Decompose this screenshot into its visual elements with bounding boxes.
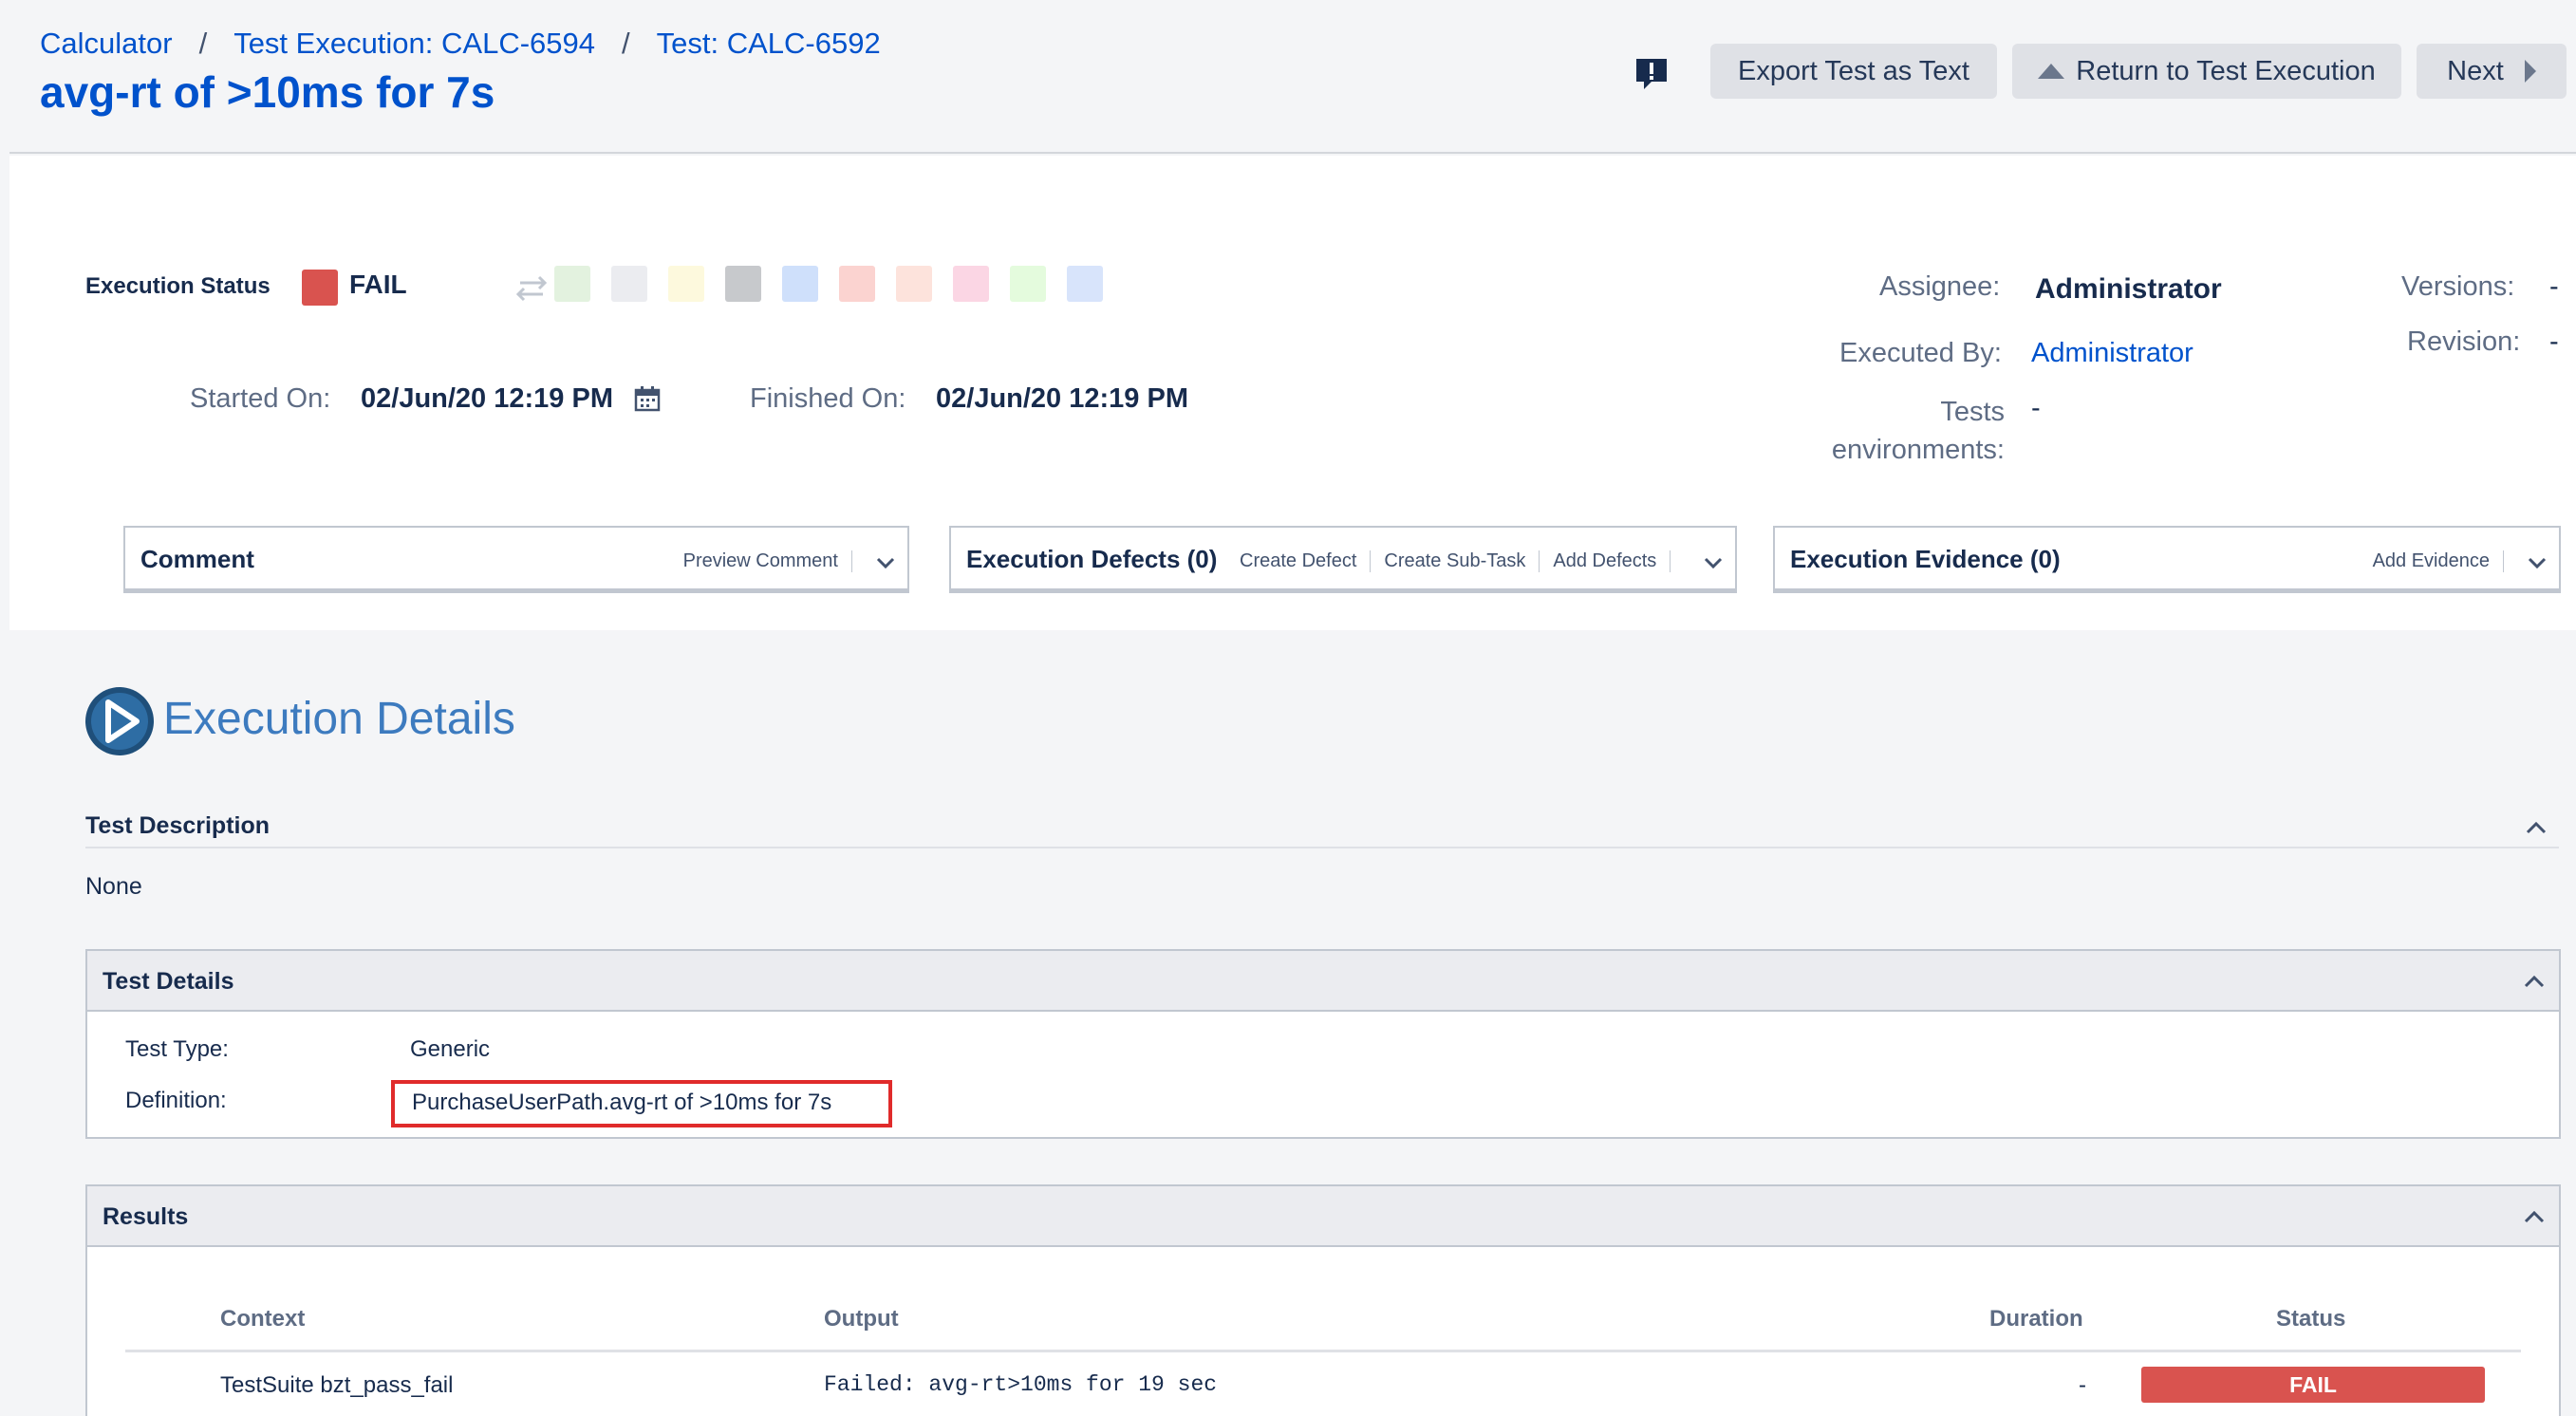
test-type-value: Generic xyxy=(410,1036,491,1062)
execution-defects-links: Create Defect Create Sub-Task Add Defect… xyxy=(1240,550,1671,572)
result-status-badge: FAIL xyxy=(2141,1367,2485,1403)
calendar-icon[interactable] xyxy=(634,385,661,412)
column-header-duration[interactable]: Duration xyxy=(1989,1306,2083,1332)
execution-details-heading: Execution Details xyxy=(163,694,515,744)
execution-defects-title: Execution Defects (0) xyxy=(966,545,1218,573)
export-test-label: Export Test as Text xyxy=(1738,55,1969,86)
test-details-title: Test Details xyxy=(103,968,234,995)
status-options xyxy=(554,266,1124,302)
revision-value: - xyxy=(2549,326,2559,357)
finished-on-label: Finished On: xyxy=(750,383,906,414)
next-button[interactable]: Next xyxy=(2417,44,2567,99)
assignee-label: Assignee: xyxy=(1879,271,2001,302)
test-details-panel: Test Details Test Type: Generic Definiti… xyxy=(85,949,2561,1139)
breadcrumb: Calculator / Test Execution: CALC-6594 /… xyxy=(40,27,881,61)
result-output-cell: Failed: avg-rt>10ms for 19 sec xyxy=(824,1372,1218,1397)
results-header[interactable]: Results xyxy=(87,1186,2559,1247)
return-to-execution-label: Return to Test Execution xyxy=(2076,55,2376,86)
status-option-swatch[interactable] xyxy=(953,266,989,302)
add-evidence-link[interactable]: Add Evidence xyxy=(2373,550,2504,572)
execution-evidence-title: Execution Evidence (0) xyxy=(1790,545,2061,573)
column-header-status[interactable]: Status xyxy=(2276,1306,2345,1332)
export-test-button[interactable]: Export Test as Text xyxy=(1710,44,1997,99)
status-option-swatch[interactable] xyxy=(1010,266,1046,302)
test-type-label: Test Type: xyxy=(125,1036,229,1062)
chevron-down-icon[interactable] xyxy=(875,552,896,573)
status-option-swatch[interactable] xyxy=(1067,266,1103,302)
results-title: Results xyxy=(103,1203,189,1230)
arrow-up-icon xyxy=(2038,64,2065,79)
divider xyxy=(85,847,2559,848)
status-color-swatch xyxy=(302,270,338,306)
comment-panel[interactable]: Comment Preview Comment xyxy=(123,526,909,590)
assignee-value[interactable]: Administrator xyxy=(2035,273,2222,306)
chevron-down-icon[interactable] xyxy=(1703,552,1724,573)
chevron-up-icon[interactable] xyxy=(2523,1207,2546,1226)
tests-environments-value[interactable]: - xyxy=(2031,393,2041,424)
result-duration-cell: - xyxy=(2079,1372,2086,1398)
breadcrumb-separator: / xyxy=(198,27,208,60)
return-to-execution-button[interactable]: Return to Test Execution xyxy=(2012,44,2401,99)
execution-status-label: Execution Status xyxy=(85,273,271,299)
page-title: avg-rt of >10ms for 7s xyxy=(40,67,495,117)
status-option-swatch[interactable] xyxy=(611,266,647,302)
arrow-right-icon xyxy=(2524,60,2536,83)
execution-defects-panel[interactable]: Execution Defects (0) Create Defect Crea… xyxy=(949,526,1737,590)
started-on-label: Started On: xyxy=(190,383,331,414)
breadcrumb-separator: / xyxy=(622,27,630,60)
definition-label: Definition: xyxy=(125,1088,227,1113)
test-details-header[interactable]: Test Details xyxy=(87,951,2559,1012)
status-option-swatch[interactable] xyxy=(725,266,761,302)
execution-summary-panel: Execution Status FAIL Started On: 02/Jun… xyxy=(9,156,2576,630)
executed-by-link[interactable]: Administrator xyxy=(2031,338,2193,369)
status-option-swatch[interactable] xyxy=(554,266,590,302)
definition-highlight-box: PurchaseUserPath.avg-rt of >10ms for 7s xyxy=(391,1080,892,1127)
swap-arrows-icon xyxy=(515,275,548,302)
chevron-up-icon[interactable] xyxy=(2523,972,2546,991)
status-option-swatch[interactable] xyxy=(668,266,704,302)
versions-label: Versions: xyxy=(2401,271,2515,302)
column-header-context[interactable]: Context xyxy=(220,1306,305,1332)
chevron-up-icon[interactable] xyxy=(2525,818,2548,837)
result-context-cell: TestSuite bzt_pass_fail xyxy=(220,1372,454,1398)
preview-comment-link[interactable]: Preview Comment xyxy=(683,550,852,572)
revision-label: Revision: xyxy=(2407,326,2521,357)
chevron-down-icon[interactable] xyxy=(2527,552,2548,573)
test-description-value: None xyxy=(85,873,142,900)
breadcrumb-test-link[interactable]: Test: CALC-6592 xyxy=(657,27,881,61)
status-option-swatch[interactable] xyxy=(839,266,875,302)
add-defects-link[interactable]: Add Defects xyxy=(1540,550,1671,572)
comment-panel-links: Preview Comment xyxy=(683,550,852,572)
breadcrumb-test-execution-link[interactable]: Test Execution: CALC-6594 xyxy=(233,27,595,61)
create-defect-link[interactable]: Create Defect xyxy=(1240,550,1372,572)
executed-by-label: Executed By: xyxy=(1839,338,2002,368)
column-header-output[interactable]: Output xyxy=(824,1306,899,1332)
next-label: Next xyxy=(2447,55,2504,86)
divider xyxy=(125,1350,2521,1352)
status-option-swatch[interactable] xyxy=(896,266,932,302)
create-sub-task-link[interactable]: Create Sub-Task xyxy=(1371,550,1540,572)
play-logo-icon xyxy=(85,687,154,755)
results-panel: Results Context Output Duration Status T… xyxy=(85,1184,2561,1416)
execution-evidence-links: Add Evidence xyxy=(2373,550,2504,572)
versions-value: - xyxy=(2549,271,2559,302)
tests-environments-label: Tests environments: xyxy=(1831,397,2005,465)
finished-on-value: 02/Jun/20 12:19 PM xyxy=(936,383,1188,414)
test-description-title: Test Description xyxy=(85,812,271,839)
execution-status-value: FAIL xyxy=(349,270,407,299)
execution-evidence-panel[interactable]: Execution Evidence (0) Add Evidence xyxy=(1773,526,2561,590)
started-on-value: 02/Jun/20 12:19 PM xyxy=(361,383,613,414)
status-option-swatch[interactable] xyxy=(782,266,818,302)
definition-value: PurchaseUserPath.avg-rt of >10ms for 7s xyxy=(412,1090,832,1115)
comment-panel-title: Comment xyxy=(140,545,254,573)
page-header: Calculator / Test Execution: CALC-6594 /… xyxy=(9,0,2576,154)
feedback-icon[interactable] xyxy=(1633,55,1671,93)
breadcrumb-project-link[interactable]: Calculator xyxy=(40,27,173,61)
